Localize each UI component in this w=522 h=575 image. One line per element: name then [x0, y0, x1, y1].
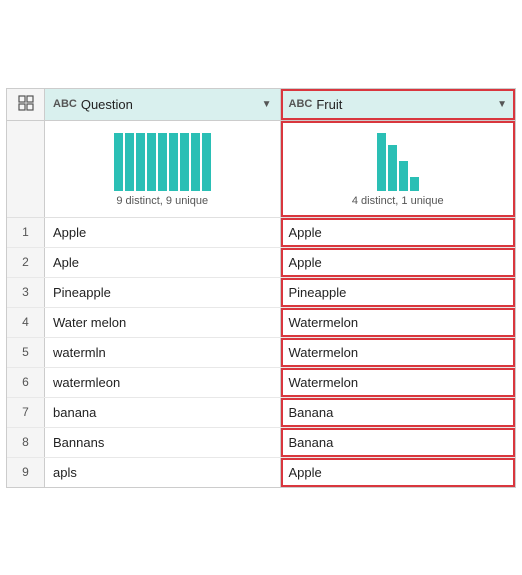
bar [114, 133, 123, 191]
cell-question: watermleon [45, 368, 281, 397]
cell-fruit: Apple [281, 248, 516, 277]
table-row: 5watermlnWatermelon [7, 338, 515, 368]
bar [136, 133, 145, 191]
histogram-label-fruit: 4 distinct, 1 unique [352, 195, 444, 213]
cell-fruit: Watermelon [281, 368, 516, 397]
cell-fruit: Pineapple [281, 278, 516, 307]
histogram-fruit: 4 distinct, 1 unique [281, 121, 516, 217]
histogram-bars-fruit [377, 131, 419, 191]
bar [147, 133, 156, 191]
corner-cell [7, 89, 45, 120]
col-label-fruit: Fruit [316, 97, 493, 112]
cell-question: Apple [45, 218, 281, 247]
bar [388, 145, 397, 191]
row-number: 6 [7, 368, 45, 397]
grid-icon [18, 95, 34, 114]
cell-fruit: Apple [281, 458, 516, 487]
row-number: 2 [7, 248, 45, 277]
data-rows-container: 1AppleApple2ApleApple3PineapplePineapple… [7, 218, 515, 487]
bar [377, 133, 386, 191]
bar [158, 133, 167, 191]
bar [410, 177, 419, 191]
data-table: ABC Question ▼ ABC Fruit ▼ 9 distinct, 9… [6, 88, 516, 488]
histogram-question: 9 distinct, 9 unique [45, 121, 281, 217]
row-number: 1 [7, 218, 45, 247]
bar [399, 161, 408, 191]
row-number: 5 [7, 338, 45, 367]
cell-fruit: Banana [281, 428, 516, 457]
table-row: 7bananaBanana [7, 398, 515, 428]
row-number: 7 [7, 398, 45, 427]
cell-fruit: Apple [281, 218, 516, 247]
table-row: 3PineapplePineapple [7, 278, 515, 308]
cell-fruit: Watermelon [281, 308, 516, 337]
column-header-fruit[interactable]: ABC Fruit ▼ [281, 89, 516, 120]
cell-fruit: Watermelon [281, 338, 516, 367]
row-number: 3 [7, 278, 45, 307]
table-row: 6watermleonWatermelon [7, 368, 515, 398]
col-type-icon-question: ABC [53, 98, 77, 110]
row-number: 9 [7, 458, 45, 487]
bar [169, 133, 178, 191]
table-row: 8BannansBanana [7, 428, 515, 458]
cell-question: apls [45, 458, 281, 487]
table-row: 4Water melonWatermelon [7, 308, 515, 338]
cell-question: Aple [45, 248, 281, 277]
bar [191, 133, 200, 191]
table-row: 2ApleApple [7, 248, 515, 278]
column-header-question[interactable]: ABC Question ▼ [45, 89, 281, 120]
col-label-question: Question [81, 97, 258, 112]
cell-question: Bannans [45, 428, 281, 457]
row-number: 8 [7, 428, 45, 457]
cell-fruit: Banana [281, 398, 516, 427]
histogram-corner [7, 121, 45, 217]
col-type-icon-fruit: ABC [289, 98, 313, 110]
row-number: 4 [7, 308, 45, 337]
table-row: 9aplsApple [7, 458, 515, 487]
cell-question: Water melon [45, 308, 281, 337]
histogram-bars-question [114, 131, 211, 191]
bar [125, 133, 134, 191]
cell-question: watermln [45, 338, 281, 367]
histogram-label-question: 9 distinct, 9 unique [116, 195, 208, 213]
col-dropdown-question[interactable]: ▼ [262, 99, 272, 110]
col-dropdown-fruit[interactable]: ▼ [497, 99, 507, 110]
cell-question: banana [45, 398, 281, 427]
bar [180, 133, 189, 191]
bar [202, 133, 211, 191]
table-row: 1AppleApple [7, 218, 515, 248]
header-row: ABC Question ▼ ABC Fruit ▼ [7, 89, 515, 121]
cell-question: Pineapple [45, 278, 281, 307]
histogram-row: 9 distinct, 9 unique 4 distinct, 1 uniqu… [7, 121, 515, 218]
